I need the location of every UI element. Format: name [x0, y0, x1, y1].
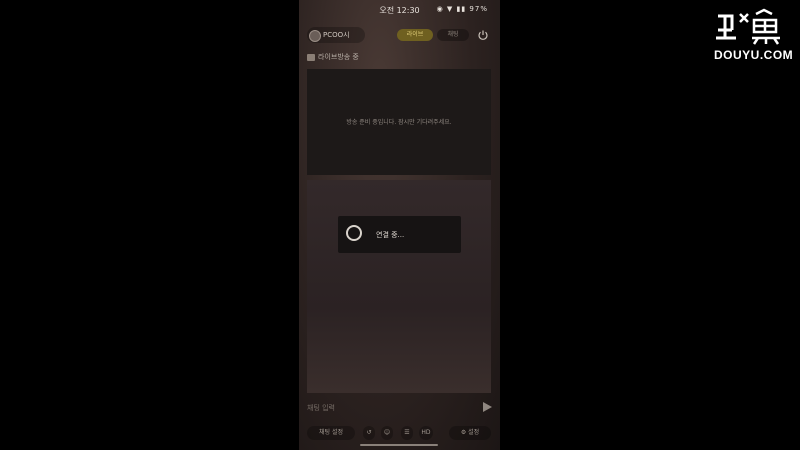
- app-header: PCOO시 라이브 채팅: [299, 24, 500, 46]
- refresh-button[interactable]: ↺: [363, 426, 375, 440]
- chat-settings-button[interactable]: 채팅 설정: [307, 426, 355, 440]
- profile-name: PCOO시: [323, 31, 350, 39]
- home-indicator: [360, 444, 438, 446]
- video-player[interactable]: 방송 준비 중입니다. 잠시만 기다려주세요.: [307, 69, 491, 175]
- status-bar: 오전 12:30 ◉ ▼ ▮▮ 97%: [299, 0, 500, 20]
- tab-live[interactable]: 라이브: [397, 29, 433, 41]
- menu-button[interactable]: ☰: [401, 426, 413, 440]
- loading-text: 연결 중...: [376, 231, 405, 239]
- power-icon[interactable]: [477, 29, 489, 41]
- room-label: 라이브방송 중: [307, 52, 359, 62]
- room-label-text: 라이브방송 중: [318, 53, 359, 61]
- quality-button[interactable]: HD: [419, 426, 433, 440]
- send-icon[interactable]: [483, 402, 492, 412]
- chat-input[interactable]: 채팅 입력: [307, 403, 335, 413]
- video-status-message: 방송 준비 중입니다. 잠시만 기다려주세요.: [346, 119, 452, 126]
- douyu-watermark: DOUYU.COM: [714, 8, 794, 64]
- status-icons: ◉ ▼ ▮▮ 97%: [436, 5, 488, 13]
- avatar: [309, 30, 321, 42]
- thumbs-up-icon: [307, 53, 315, 61]
- douyu-logo-icon: [716, 8, 780, 45]
- tab-chat[interactable]: 채팅: [437, 29, 469, 41]
- chat-input-row: 채팅 입력: [299, 398, 500, 418]
- settings-button[interactable]: ⚙ 설정: [449, 426, 491, 440]
- emoji-button[interactable]: ☺: [381, 426, 393, 440]
- chat-area[interactable]: [307, 180, 491, 393]
- profile-chip[interactable]: PCOO시: [307, 27, 365, 43]
- bottom-toolbar: 채팅 설정 ↺ ☺ ☰ HD ⚙ 설정: [299, 425, 500, 441]
- phone-screen: 오전 12:30 ◉ ▼ ▮▮ 97% PCOO시 라이브 채팅 라이브방송 중…: [299, 0, 500, 450]
- loading-toast: 연결 중...: [338, 216, 461, 253]
- spinner-icon: [346, 225, 362, 241]
- douyu-brand-text: DOUYU.COM: [714, 48, 794, 62]
